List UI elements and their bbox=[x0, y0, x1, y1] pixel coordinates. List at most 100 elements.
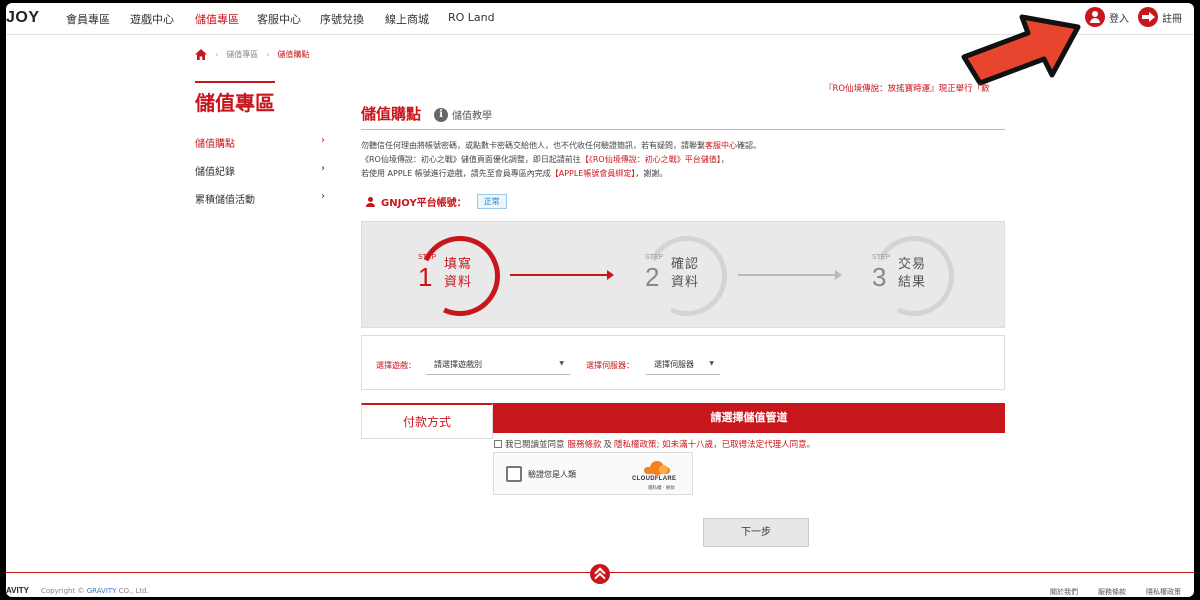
privacy-link[interactable]: 隱私權政策 bbox=[614, 438, 657, 450]
step-number: 2 bbox=[645, 262, 660, 292]
selection-panel: 選擇遊戲： 請選擇遊戲別 ▼ 選擇伺服器： 選擇伺服器 ▼ bbox=[361, 335, 1005, 390]
agree-text: 及 bbox=[603, 440, 613, 450]
cloudflare-brand: CLOUDFLARE bbox=[632, 476, 677, 482]
breadcrumb-separator: › bbox=[215, 50, 219, 59]
home-icon[interactable] bbox=[195, 49, 207, 60]
captcha-text: 驗證您是人類 bbox=[528, 470, 576, 479]
footer-logo: AVITY bbox=[6, 586, 29, 595]
nav-shop[interactable]: 線上商城 bbox=[385, 11, 429, 27]
notice-line-3: 若使用 APPLE 帳號進行遊戲，請先至會員專區內完成【APPLE帳號會員綁定】… bbox=[361, 168, 667, 179]
notice-text: ，謝謝。 bbox=[635, 169, 668, 178]
step-name-line: 確認 bbox=[671, 257, 700, 272]
payment-channel-bar[interactable]: 請選擇儲值管道 bbox=[493, 403, 1005, 433]
step-arrow bbox=[510, 270, 614, 280]
agree-text: 我已閱讀並同意 bbox=[505, 440, 565, 450]
footer-about-link[interactable]: 關於我們 bbox=[1050, 587, 1078, 597]
platform-topup-link[interactable]: 【《RO仙境傳說：初心之戰》平台儲值】 bbox=[581, 155, 721, 164]
server-select[interactable]: 選擇伺服器 ▼ bbox=[646, 354, 720, 375]
register-button[interactable]: 註冊 bbox=[1138, 7, 1182, 27]
notice-text: 若使用 APPLE 帳號進行遊戲，請先至會員專區內完成 bbox=[361, 169, 551, 178]
server-select-label: 選擇伺服器： bbox=[586, 361, 634, 370]
step-1: STEP 1 填寫資料 bbox=[408, 224, 512, 328]
step-2: STEP 2 確認資料 bbox=[635, 224, 739, 328]
step-name-line: 資料 bbox=[444, 275, 473, 290]
breadcrumb-separator: › bbox=[266, 50, 270, 59]
step-name: 交易 結果 bbox=[898, 256, 926, 292]
step-3: STEP 3 交易 結果 bbox=[862, 224, 966, 328]
captcha-checkbox[interactable] bbox=[506, 466, 522, 482]
support-link[interactable]: 客服中心 bbox=[705, 141, 737, 150]
gravity-link[interactable]: GRAVITY bbox=[87, 587, 117, 595]
user-icon bbox=[366, 196, 375, 207]
browser-viewport: JOY 會員專區 遊戲中心 儲值專區 客服中心 序號兌換 線上商城 RO Lan… bbox=[6, 3, 1194, 597]
announcement-marquee[interactable]: 『RO仙境傳說：放搖寶時運』現正舉行「數 bbox=[824, 82, 1000, 94]
notice-text: 《RO仙境傳說：初心之戰》儲值頁面優化調整，即日起請前往 bbox=[361, 155, 581, 164]
nav-redeem[interactable]: 序號兌換 bbox=[320, 11, 364, 27]
tab-payment-method[interactable]: 付款方式 bbox=[361, 403, 493, 439]
notice-text: ， bbox=[720, 155, 729, 164]
nav-roland[interactable]: RO Land bbox=[448, 11, 495, 24]
step-tag: STEP bbox=[645, 254, 664, 261]
account-row: GNJOY平台帳號： 正常 bbox=[366, 194, 507, 209]
caret-down-icon: ▼ bbox=[559, 360, 564, 367]
breadcrumb-topup[interactable]: 儲值專區 bbox=[226, 49, 258, 60]
breadcrumb: › 儲值專區 › 儲值購點 bbox=[195, 49, 309, 60]
footer-copyright: Copyright © GRAVITY CO., Ltd. bbox=[41, 587, 149, 595]
sidebar-item-records[interactable]: 儲值紀錄 › bbox=[195, 163, 325, 178]
nav-member[interactable]: 會員專區 bbox=[66, 11, 110, 27]
register-label: 註冊 bbox=[1162, 13, 1182, 25]
nav-games[interactable]: 遊戲中心 bbox=[130, 11, 174, 27]
footer-privacy-link[interactable]: 隱私權政策 bbox=[1146, 587, 1181, 597]
step-name-line: 結果 bbox=[898, 275, 927, 290]
sidebar-item-label: 累積儲值活動 bbox=[195, 195, 255, 206]
arrow-right-icon bbox=[1138, 7, 1158, 27]
footer-terms-link[interactable]: 服務條款 bbox=[1098, 587, 1126, 597]
game-select-label: 選擇遊戲： bbox=[376, 361, 416, 370]
page-title: 儲值購點 bbox=[361, 105, 422, 123]
caret-down-icon: ▼ bbox=[709, 360, 714, 367]
nav-support[interactable]: 客服中心 bbox=[257, 11, 301, 27]
copyright-icon: © bbox=[77, 587, 85, 595]
step-name: 確認 資料 bbox=[671, 256, 699, 292]
captcha-widget: 驗證您是人類 CLOUDFLARE 隱私權 · 條款 bbox=[493, 452, 693, 495]
chevron-right-icon: › bbox=[321, 163, 325, 174]
terms-link[interactable]: 服務條款 bbox=[568, 438, 602, 450]
step-name-line: 資料 bbox=[671, 275, 700, 290]
agree-text: ; 如未滿十八歲，已取得法定代理人同意。 bbox=[656, 440, 816, 450]
sidebar-item-accumulate[interactable]: 累積儲值活動 › bbox=[195, 191, 325, 206]
notice-line-1: 勿聽信任何理由將帳號密碼，或點數卡密碼交給他人，也不代收任何驗證簡訊，若有疑問，… bbox=[361, 140, 761, 151]
server-select-value: 選擇伺服器 bbox=[654, 360, 694, 369]
sidebar-item-purchase[interactable]: 儲值購點 › bbox=[195, 135, 325, 150]
tutorial-link[interactable]: i 儲值教學 bbox=[434, 107, 492, 122]
sidebar-item-label: 儲值紀錄 bbox=[195, 167, 235, 178]
step-arrow bbox=[738, 270, 842, 280]
divider bbox=[361, 129, 1005, 130]
step-number: 3 bbox=[872, 262, 887, 292]
cloudflare-logo-icon bbox=[644, 461, 670, 475]
info-icon: i bbox=[434, 107, 448, 122]
status-badge: 正常 bbox=[476, 194, 507, 209]
captcha-links[interactable]: 隱私權 · 條款 bbox=[648, 485, 675, 491]
next-button[interactable]: 下一步 bbox=[703, 518, 809, 547]
step-number: 1 bbox=[418, 262, 433, 292]
breadcrumb-current: 儲值購點 bbox=[277, 50, 310, 59]
user-icon bbox=[1085, 7, 1105, 27]
game-select[interactable]: 請選擇遊戲別 ▼ bbox=[426, 354, 570, 375]
step-tag: STEP bbox=[872, 254, 891, 261]
login-label: 登入 bbox=[1109, 13, 1129, 25]
apple-bind-link[interactable]: 【APPLE帳號會員綁定】 bbox=[551, 169, 636, 178]
back-to-top-icon[interactable] bbox=[590, 564, 610, 584]
tutorial-label: 儲值教學 bbox=[452, 111, 492, 122]
login-button[interactable]: 登入 bbox=[1085, 7, 1129, 27]
step-tag: STEP bbox=[418, 254, 437, 261]
sidebar-title: 儲值專區 bbox=[195, 81, 275, 116]
game-select-value: 請選擇遊戲別 bbox=[434, 360, 482, 369]
agree-checkbox[interactable] bbox=[494, 440, 502, 448]
site-logo[interactable]: JOY bbox=[6, 9, 40, 27]
account-label: GNJOY平台帳號： bbox=[381, 198, 467, 209]
copyright-text: CO., Ltd. bbox=[118, 587, 149, 595]
step-name: 填寫 資料 bbox=[444, 256, 472, 292]
nav-topup[interactable]: 儲值專區 bbox=[195, 11, 239, 27]
chevron-right-icon: › bbox=[321, 191, 325, 202]
step-name-line: 填寫 bbox=[444, 257, 473, 272]
